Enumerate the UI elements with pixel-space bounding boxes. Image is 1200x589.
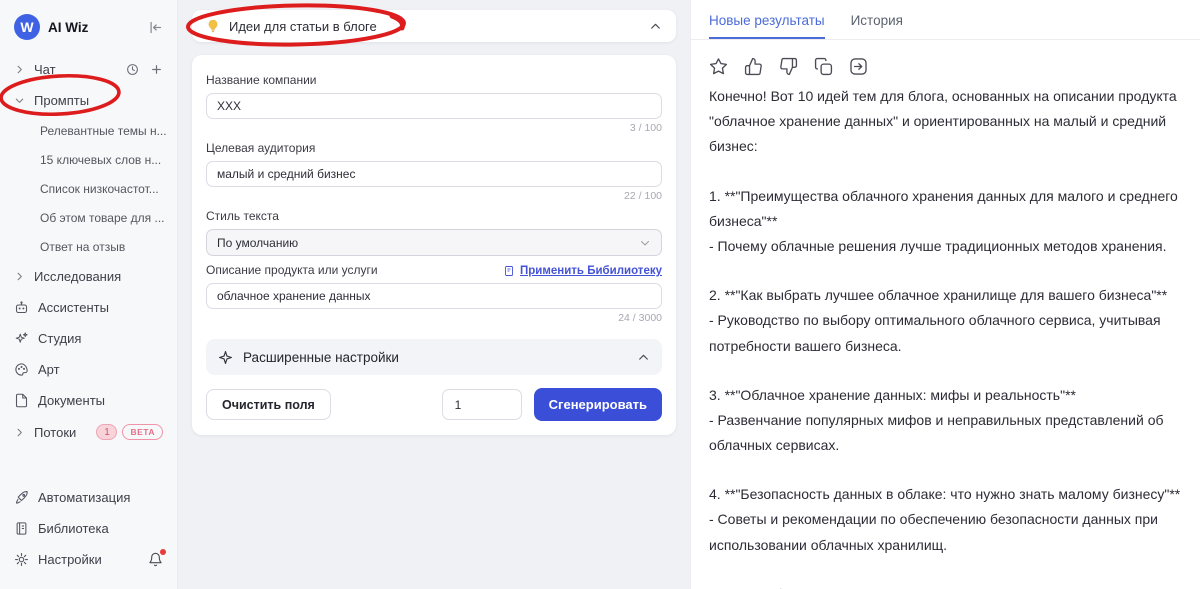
- sidebar-item-flows[interactable]: Потоки 1 BETA: [0, 416, 177, 448]
- notification-dot: [160, 549, 166, 555]
- chevron-right-icon: [14, 64, 25, 75]
- palette-icon: [14, 362, 29, 377]
- sidebar-item-label: Студия: [38, 331, 163, 346]
- advanced-settings-toggle[interactable]: Расширенные настройки: [206, 339, 662, 375]
- advanced-settings-label: Расширенные настройки: [243, 350, 627, 365]
- sidebar-item-label: Чат: [34, 62, 117, 77]
- copy-icon[interactable]: [814, 57, 833, 76]
- tab-new-results[interactable]: Новые результаты: [709, 13, 825, 39]
- prompt-title: Идеи для статьи в блоге: [229, 19, 640, 34]
- text-style-value: По умолчанию: [217, 236, 298, 250]
- sidebar-item-label: Арт: [38, 362, 163, 377]
- diamond-sparkle-icon: [218, 350, 233, 365]
- gear-icon: [14, 552, 29, 567]
- results-tabs: Новые результаты История: [691, 0, 1200, 40]
- collapse-chevron-up-icon: [637, 351, 650, 364]
- notifications-bell-icon[interactable]: [148, 552, 163, 567]
- description-input[interactable]: [206, 283, 662, 309]
- generate-button[interactable]: Сгенерировать: [534, 388, 662, 421]
- sidebar: W AI Wiz Чат Промпт: [0, 0, 178, 589]
- sidebar-item-label: Ассистенты: [38, 300, 163, 315]
- idea-item: 3. **"Облачное хранение данных: мифы и р…: [709, 383, 1182, 459]
- sparkles-icon: [14, 331, 29, 346]
- sidebar-item-assistants[interactable]: Ассистенты: [0, 292, 177, 323]
- chevron-down-icon: [14, 95, 25, 106]
- robot-icon: [14, 300, 29, 315]
- sidebar-item-label: Исследования: [34, 269, 163, 284]
- sidebar-item-label: Документы: [38, 393, 163, 408]
- book-icon: [14, 521, 29, 536]
- beta-badge: BETA: [122, 424, 163, 440]
- generation-count-input[interactable]: [442, 389, 522, 420]
- sidebar-item-studio[interactable]: Студия: [0, 323, 177, 354]
- prompt-form: Название компании 3 / 100 Целевая аудито…: [192, 55, 676, 435]
- company-name-input[interactable]: [206, 93, 662, 119]
- company-name-counter: 3 / 100: [206, 122, 662, 134]
- target-audience-counter: 22 / 100: [206, 190, 662, 202]
- sidebar-item-settings[interactable]: Настройки: [0, 544, 177, 575]
- prompt-header[interactable]: Идеи для статьи в блоге: [192, 10, 676, 42]
- clear-fields-button[interactable]: Очистить поля: [206, 389, 331, 420]
- sidebar-collapse-icon[interactable]: [148, 20, 163, 35]
- thumbs-up-icon[interactable]: [744, 57, 763, 76]
- idea-item: 5. **"Как облачное хранение данных помог…: [709, 582, 1182, 589]
- target-audience-label: Целевая аудитория: [206, 141, 662, 155]
- sidebar-item-automation[interactable]: Автоматизация: [0, 482, 177, 513]
- thumbs-down-icon[interactable]: [779, 57, 798, 76]
- generated-text: Конечно! Вот 10 идей тем для блога, осно…: [691, 78, 1200, 589]
- sidebar-item-art[interactable]: Арт: [0, 354, 177, 385]
- collapse-chevron-up-icon[interactable]: [649, 20, 662, 33]
- idea-item: 2. **"Как выбрать лучшее облачное хранил…: [709, 283, 1182, 359]
- prompt-panel: Идеи для статьи в блоге Название компани…: [178, 0, 690, 589]
- sidebar-item-research[interactable]: Исследования: [0, 261, 177, 292]
- sidebar-item-library[interactable]: Библиотека: [0, 513, 177, 544]
- result-intro: Конечно! Вот 10 идей тем для блога, осно…: [709, 84, 1182, 160]
- sidebar-prompt-item-1[interactable]: Релевантные темы н...: [0, 116, 177, 145]
- chevron-right-icon: [14, 271, 25, 282]
- sidebar-item-chat[interactable]: Чат: [0, 54, 177, 85]
- text-style-label: Стиль текста: [206, 209, 662, 223]
- export-icon[interactable]: [849, 57, 868, 76]
- sidebar-item-label: Автоматизация: [38, 490, 163, 505]
- text-style-select[interactable]: По умолчанию: [206, 229, 662, 256]
- sidebar-prompt-item-2[interactable]: 15 ключевых слов н...: [0, 145, 177, 174]
- company-name-label: Название компании: [206, 73, 662, 87]
- favorite-star-icon[interactable]: [709, 57, 728, 76]
- sidebar-item-prompts[interactable]: Промпты: [0, 85, 177, 116]
- sidebar-item-label: Библиотека: [38, 521, 163, 536]
- sidebar-item-documents[interactable]: Документы: [0, 385, 177, 416]
- result-toolbar: [691, 40, 1200, 78]
- flows-count-badge: 1: [96, 424, 117, 440]
- sidebar-prompt-item-3[interactable]: Список низкочастот...: [0, 174, 177, 203]
- idea-item: 1. **"Преимущества облачного хранения да…: [709, 184, 1182, 260]
- new-chat-plus-icon[interactable]: [150, 63, 163, 76]
- brand-logo: W: [14, 14, 40, 40]
- rocket-icon: [14, 490, 29, 505]
- target-audience-input[interactable]: [206, 161, 662, 187]
- sidebar-header: W AI Wiz: [0, 12, 177, 54]
- history-clock-icon[interactable]: [126, 63, 139, 76]
- sidebar-prompt-item-5[interactable]: Ответ на отзыв: [0, 232, 177, 261]
- library-page-icon: [503, 265, 515, 277]
- results-panel: Новые результаты История Конечно! Вот 10…: [690, 0, 1200, 589]
- chevron-right-icon: [14, 427, 25, 438]
- description-counter: 24 / 3000: [206, 312, 662, 324]
- sidebar-item-label: Потоки: [34, 425, 87, 440]
- apply-library-link[interactable]: Применить Бибилиотеку: [503, 265, 662, 277]
- app-window: W AI Wiz Чат Промпт: [0, 0, 1200, 589]
- tab-history[interactable]: История: [851, 13, 903, 39]
- sidebar-item-label: Промпты: [34, 93, 163, 108]
- idea-item: 4. **"Безопасность данных в облаке: что …: [709, 482, 1182, 558]
- brand-name: AI Wiz: [48, 20, 140, 35]
- sidebar-prompt-item-4[interactable]: Об этом товаре для ...: [0, 203, 177, 232]
- document-icon: [14, 393, 29, 408]
- sidebar-item-label: Настройки: [38, 552, 139, 567]
- description-label: Описание продукта или услуги: [206, 263, 378, 277]
- chevron-down-icon: [639, 237, 651, 249]
- lightbulb-icon: [206, 19, 220, 33]
